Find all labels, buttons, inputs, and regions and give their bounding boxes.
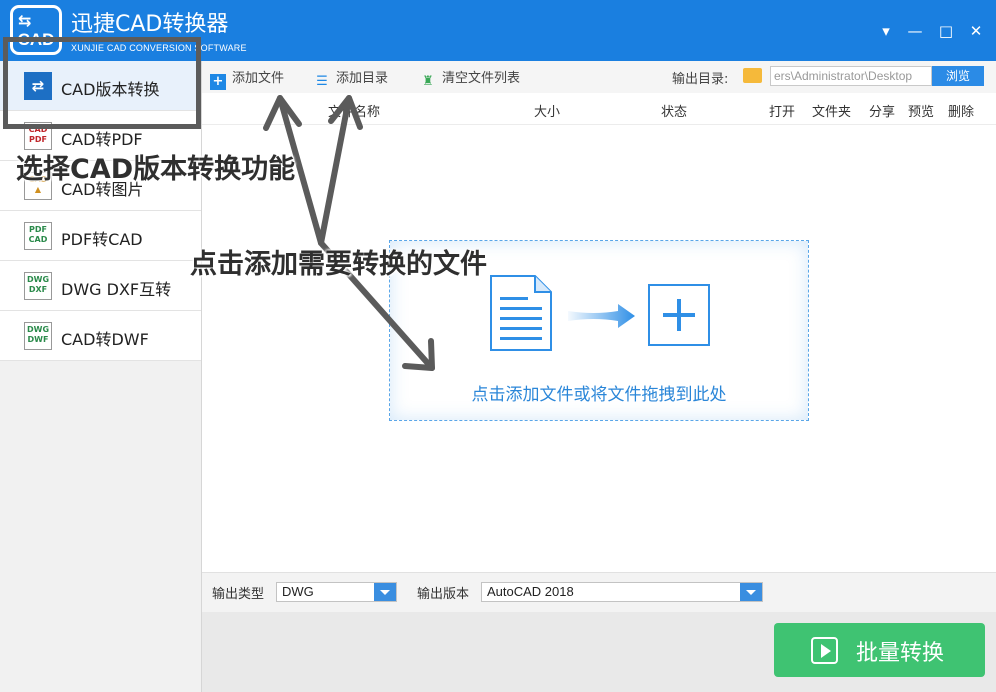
column-header-delete: 删除 bbox=[948, 105, 975, 120]
output-options-bar: 输出类型 DWG 输出版本 AutoCAD 2018 bbox=[202, 572, 996, 612]
column-header-preview: 预览 bbox=[908, 105, 935, 120]
output-type-value: DWG bbox=[282, 584, 314, 599]
dwg-dxf-convert-icon: DWG DXF bbox=[24, 272, 52, 300]
output-version-select[interactable]: AutoCAD 2018 bbox=[481, 582, 763, 602]
convert-arrows-icon: ⇆ bbox=[18, 11, 32, 30]
add-file-icon: + bbox=[210, 74, 226, 90]
add-file-label: 添加文件 bbox=[232, 71, 285, 86]
chevron-down-icon bbox=[374, 583, 396, 601]
chevron-down-icon bbox=[740, 583, 762, 601]
annotation-select-function: 选择CAD版本转换功能 bbox=[16, 154, 296, 185]
title-bar: ⇆ CAD 迅捷CAD转换器 XUNJIE CAD CONVERSION SOF… bbox=[0, 0, 996, 61]
right-arrow-icon bbox=[568, 304, 635, 328]
column-header-share: 分享 bbox=[869, 105, 896, 120]
add-folder-button[interactable]: ☰ 添加目录 bbox=[314, 67, 389, 89]
sidebar-item-dwg-dxf-convert[interactable]: DWG DXF DWG DXF互转 bbox=[0, 261, 201, 311]
add-folder-label: 添加目录 bbox=[336, 71, 389, 86]
add-file-button[interactable]: + 添加文件 bbox=[210, 67, 285, 90]
list-icon: ☰ bbox=[316, 74, 328, 89]
drop-zone-text: 点击添加文件或将文件拖拽到此处 bbox=[471, 385, 727, 405]
file-table-header: 文件名称 大小 状态 打开 文件夹 分享 预览 删除 bbox=[202, 93, 996, 125]
column-header-filename: 文件名称 bbox=[328, 105, 381, 120]
add-plus-icon bbox=[648, 284, 710, 346]
clear-list-label: 清空文件列表 bbox=[442, 71, 521, 86]
cad-to-pdf-icon: CAD PDF bbox=[24, 122, 52, 150]
sidebar-item-pdf-to-cad[interactable]: PDF CAD PDF转CAD bbox=[0, 211, 201, 261]
close-button[interactable]: ✕ bbox=[965, 20, 987, 42]
logo-text: CAD bbox=[17, 30, 55, 49]
annotation-add-files: 点击添加需要转换的文件 bbox=[190, 249, 487, 280]
batch-convert-label: 批量转换 bbox=[856, 641, 945, 666]
minimize-button[interactable]: — bbox=[904, 20, 926, 42]
toolbar: + 添加文件 ☰ 添加目录 ♜ 清空文件列表 输出目录: ers\Administra… bbox=[202, 61, 996, 93]
cad-to-dwf-icon: DWG DWF bbox=[24, 322, 52, 350]
browse-button[interactable]: 浏览 bbox=[932, 66, 984, 86]
output-dir-field[interactable]: ers\Administrator\Desktop bbox=[770, 66, 932, 86]
play-icon bbox=[811, 637, 838, 664]
folder-icon[interactable] bbox=[743, 68, 762, 83]
app-title: 迅捷CAD转换器 bbox=[71, 12, 229, 37]
output-version-value: AutoCAD 2018 bbox=[487, 584, 574, 599]
cad-version-convert-icon: ⇄ bbox=[24, 72, 52, 100]
output-type-select[interactable]: DWG bbox=[276, 582, 397, 602]
sidebar-item-label: PDF转CAD bbox=[61, 230, 143, 249]
app-subtitle: XUNJIE CAD CONVERSION SOFTWARE bbox=[71, 43, 247, 53]
pdf-to-cad-icon: PDF CAD bbox=[24, 222, 52, 250]
sidebar-item-cad-to-dwf[interactable]: DWG DWF CAD转DWF bbox=[0, 311, 201, 361]
column-header-size: 大小 bbox=[534, 105, 561, 120]
sidebar-item-cad-version-convert[interactable]: ⇄ CAD版本转换 bbox=[0, 61, 201, 111]
output-dir-label: 输出目录: bbox=[672, 72, 729, 87]
document-icon bbox=[490, 275, 552, 351]
sidebar-item-label: DWG DXF互转 bbox=[61, 280, 172, 299]
batch-convert-button[interactable]: 批量转换 bbox=[774, 623, 985, 677]
clear-list-button[interactable]: ♜ 清空文件列表 bbox=[420, 67, 521, 89]
menu-dropdown-icon[interactable]: ▾ bbox=[875, 20, 897, 42]
column-header-folder: 文件夹 bbox=[812, 105, 852, 120]
sidebar-item-label: CAD版本转换 bbox=[61, 80, 160, 99]
maximize-button[interactable]: □ bbox=[935, 20, 957, 42]
column-header-open: 打开 bbox=[769, 105, 796, 120]
output-version-label: 输出版本 bbox=[417, 587, 470, 602]
sidebar-item-label: CAD转DWF bbox=[61, 330, 149, 349]
output-type-label: 输出类型 bbox=[212, 587, 265, 602]
column-header-status: 状态 bbox=[661, 105, 688, 120]
broom-icon: ♜ bbox=[422, 74, 434, 89]
app-logo: ⇆ CAD bbox=[10, 5, 62, 55]
